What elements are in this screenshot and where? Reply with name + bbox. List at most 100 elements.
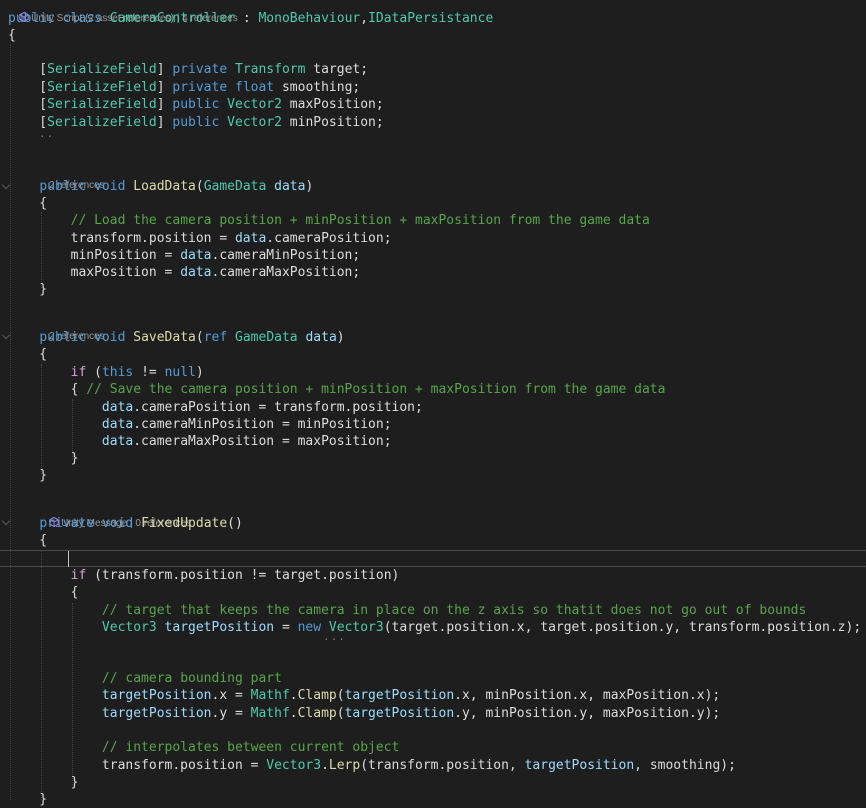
code-token: ] xyxy=(156,97,173,112)
code-line[interactable]: { xyxy=(0,195,866,212)
code-editor[interactable]: Unity Script (2 asset references) | 4 re… xyxy=(0,0,866,807)
code-line[interactable]: transform.position = data.cameraPosition… xyxy=(0,230,866,247)
code-token: null xyxy=(164,365,196,380)
code-token: new xyxy=(297,620,322,635)
code-line[interactable] xyxy=(0,636,866,653)
code-token: // Load the camera position + minPositio… xyxy=(70,213,650,228)
code-token: if xyxy=(70,568,87,583)
code-token: FixedUpdate xyxy=(141,516,228,531)
code-line[interactable]: { xyxy=(0,584,866,601)
code-token: .cameraMinPosition = minPosition; xyxy=(133,417,392,432)
code-line[interactable]: public class CameraController : MonoBeha… xyxy=(0,10,866,27)
code-token: // Save the camera position + minPositio… xyxy=(86,382,666,397)
code-token: { xyxy=(8,585,79,600)
code-token: class xyxy=(62,11,102,26)
code-token: public xyxy=(172,115,220,130)
code-token: .x, minPosition.x, maxPosition.x); xyxy=(454,688,721,703)
code-token: { xyxy=(8,347,48,362)
code-line[interactable]: data.cameraMinPosition = minPosition; xyxy=(0,416,866,433)
code-line[interactable]: // camera bounding part xyxy=(0,670,866,687)
code-token: IDataPersistance xyxy=(368,11,494,26)
code-line[interactable]: targetPosition.y = Mathf.Clamp(targetPos… xyxy=(0,705,866,722)
code-token: float xyxy=(235,80,275,95)
code-line[interactable]: minPosition = data.cameraMinPosition; xyxy=(0,247,866,264)
code-token: private xyxy=(39,516,95,531)
code-line[interactable]: if (transform.position != target.positio… xyxy=(0,567,866,584)
code-line[interactable]: data.cameraPosition = transform.position… xyxy=(0,399,866,416)
code-token: ) xyxy=(305,179,314,194)
code-line[interactable] xyxy=(0,298,866,315)
code-token: private xyxy=(172,62,228,77)
code-token: Transform xyxy=(235,62,306,77)
code-line[interactable] xyxy=(0,44,866,61)
code-line[interactable]: [SerializeField] public Vector2 minPosit… xyxy=(0,114,866,131)
code-line[interactable]: { // Save the camera position + minPosit… xyxy=(0,381,866,398)
code-line[interactable] xyxy=(0,722,866,739)
code-line[interactable] xyxy=(0,550,866,567)
code-token: this xyxy=(101,365,134,380)
code-line[interactable]: [SerializeField] private Transform targe… xyxy=(0,61,866,78)
code-token: ( xyxy=(86,365,102,380)
code-token: GameData xyxy=(203,179,267,194)
code-line[interactable]: { xyxy=(0,27,866,44)
code-token: void xyxy=(94,179,126,194)
code-token: public xyxy=(8,11,55,26)
code-token: data xyxy=(274,179,306,194)
code-line[interactable]: private void FixedUpdate() xyxy=(0,515,866,532)
code-line[interactable]: } xyxy=(0,467,866,484)
code-line[interactable] xyxy=(0,484,866,501)
code-token: () xyxy=(227,516,243,531)
code-line[interactable]: } xyxy=(0,281,866,298)
code-token: ] xyxy=(156,80,173,95)
code-token: public xyxy=(39,330,87,345)
code-line[interactable] xyxy=(0,653,866,670)
code-token: = xyxy=(274,620,298,635)
code-token: .y, minPosition.y, maxPosition.y); xyxy=(454,706,721,721)
code-line[interactable]: Vector3 targetPosition = new Vector3(tar… xyxy=(0,619,866,636)
code-token: target; xyxy=(305,62,369,77)
code-token: maxPosition = xyxy=(8,265,181,280)
code-token: != xyxy=(133,365,165,380)
code-token: } xyxy=(8,468,48,483)
code-line[interactable]: } xyxy=(0,450,866,467)
code-line[interactable] xyxy=(0,148,866,165)
code-line[interactable]: [SerializeField] private float smoothing… xyxy=(0,79,866,96)
code-line[interactable]: // Load the camera position + minPositio… xyxy=(0,212,866,229)
code-token: SerializeField xyxy=(47,80,157,95)
code-line[interactable]: // interpolates between current object xyxy=(0,739,866,756)
code-line[interactable]: public void LoadData(GameData data) xyxy=(0,178,866,195)
code-token: public xyxy=(39,179,87,194)
code-token: .cameraPosition; xyxy=(266,231,392,246)
code-token: [ xyxy=(8,62,48,77)
code-line[interactable]: if (this != null) xyxy=(0,364,866,381)
code-token: private xyxy=(172,80,228,95)
code-token: Vector2 xyxy=(227,115,282,130)
code-token: targetPosition xyxy=(344,706,455,721)
code-token: .y = xyxy=(211,706,251,721)
code-line[interactable]: public void SaveData(ref GameData data) xyxy=(0,329,866,346)
code-line[interactable]: targetPosition.x = Mathf.Clamp(targetPos… xyxy=(0,687,866,704)
code-line[interactable]: { xyxy=(0,346,866,363)
code-line[interactable]: { xyxy=(0,532,866,549)
code-line[interactable] xyxy=(0,131,866,148)
code-token: Vector2 xyxy=(227,97,282,112)
code-token: [ xyxy=(8,115,48,130)
code-line[interactable]: transform.position = Vector3.Lerp(transf… xyxy=(0,757,866,774)
code-token: void xyxy=(101,516,134,531)
code-line[interactable]: } xyxy=(0,774,866,791)
code-line[interactable]: [SerializeField] public Vector2 maxPosit… xyxy=(0,96,866,113)
code-line[interactable]: // target that keeps the camera in place… xyxy=(0,602,866,619)
code-line[interactable]: maxPosition = data.cameraMaxPosition; xyxy=(0,264,866,281)
code-token: ( xyxy=(195,330,204,345)
code-line[interactable]: data.cameraMaxPosition = maxPosition; xyxy=(0,433,866,450)
code-token: .cameraMaxPosition; xyxy=(211,265,361,280)
